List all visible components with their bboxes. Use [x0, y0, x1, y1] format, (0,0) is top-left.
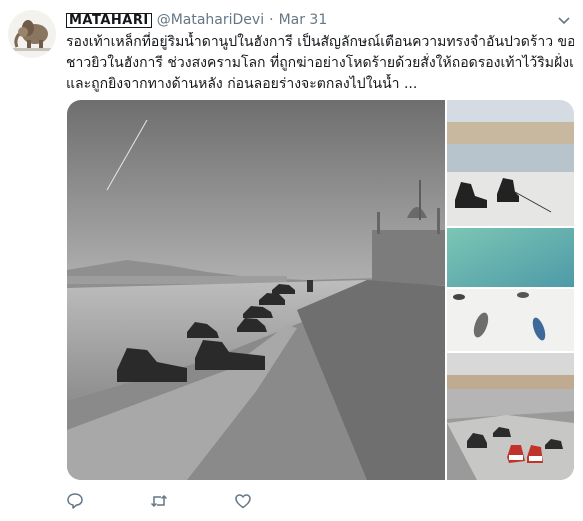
- tweet-text-line: ชาวยิวในฮังการี ช่วงสงครามโลก ที่ถูกฆ่าอ…: [66, 55, 574, 71]
- media-grid: [67, 100, 574, 480]
- reply-button[interactable]: [66, 490, 150, 512]
- tweet-text: รองเท้าเหล็กที่อยู่ริมน้ำดานูปในฮังการี …: [66, 32, 574, 95]
- tweet[interactable]: MATAHARI @MatahariDevi · Mar 31 รองเท้าเ…: [0, 0, 583, 521]
- chevron-down-icon[interactable]: [557, 12, 571, 26]
- tweet-actions: [66, 490, 318, 512]
- avatar[interactable]: [8, 10, 56, 58]
- like-button[interactable]: [234, 490, 318, 512]
- photo-shoes-in-snow[interactable]: [447, 289, 574, 351]
- heart-icon: [235, 494, 251, 509]
- tweet-date[interactable]: Mar 31: [279, 12, 328, 28]
- elephant-avatar-image: [8, 10, 56, 58]
- retweet-icon: [150, 494, 168, 508]
- tweet-text-line: และถูกยิงจากทางด้านหลัง ก่อนลอยร่างจะตกล…: [66, 76, 418, 92]
- photo-shoes-on-danube-bank[interactable]: [67, 100, 445, 480]
- photo-shoes-on-bank-color[interactable]: [447, 353, 574, 480]
- photo-teal-water[interactable]: [447, 228, 574, 287]
- reply-icon: [67, 493, 83, 509]
- tweet-header: MATAHARI @MatahariDevi · Mar 31: [66, 10, 327, 30]
- separator-dot: ·: [269, 12, 274, 28]
- photo-parliament-riverside[interactable]: [447, 100, 574, 226]
- tweet-text-line: รองเท้าเหล็กที่อยู่ริมน้ำดานูปในฮังการี …: [66, 34, 574, 50]
- retweet-button[interactable]: [150, 490, 234, 512]
- display-name[interactable]: MATAHARI: [66, 12, 152, 28]
- user-handle[interactable]: @MatahariDevi: [157, 12, 264, 28]
